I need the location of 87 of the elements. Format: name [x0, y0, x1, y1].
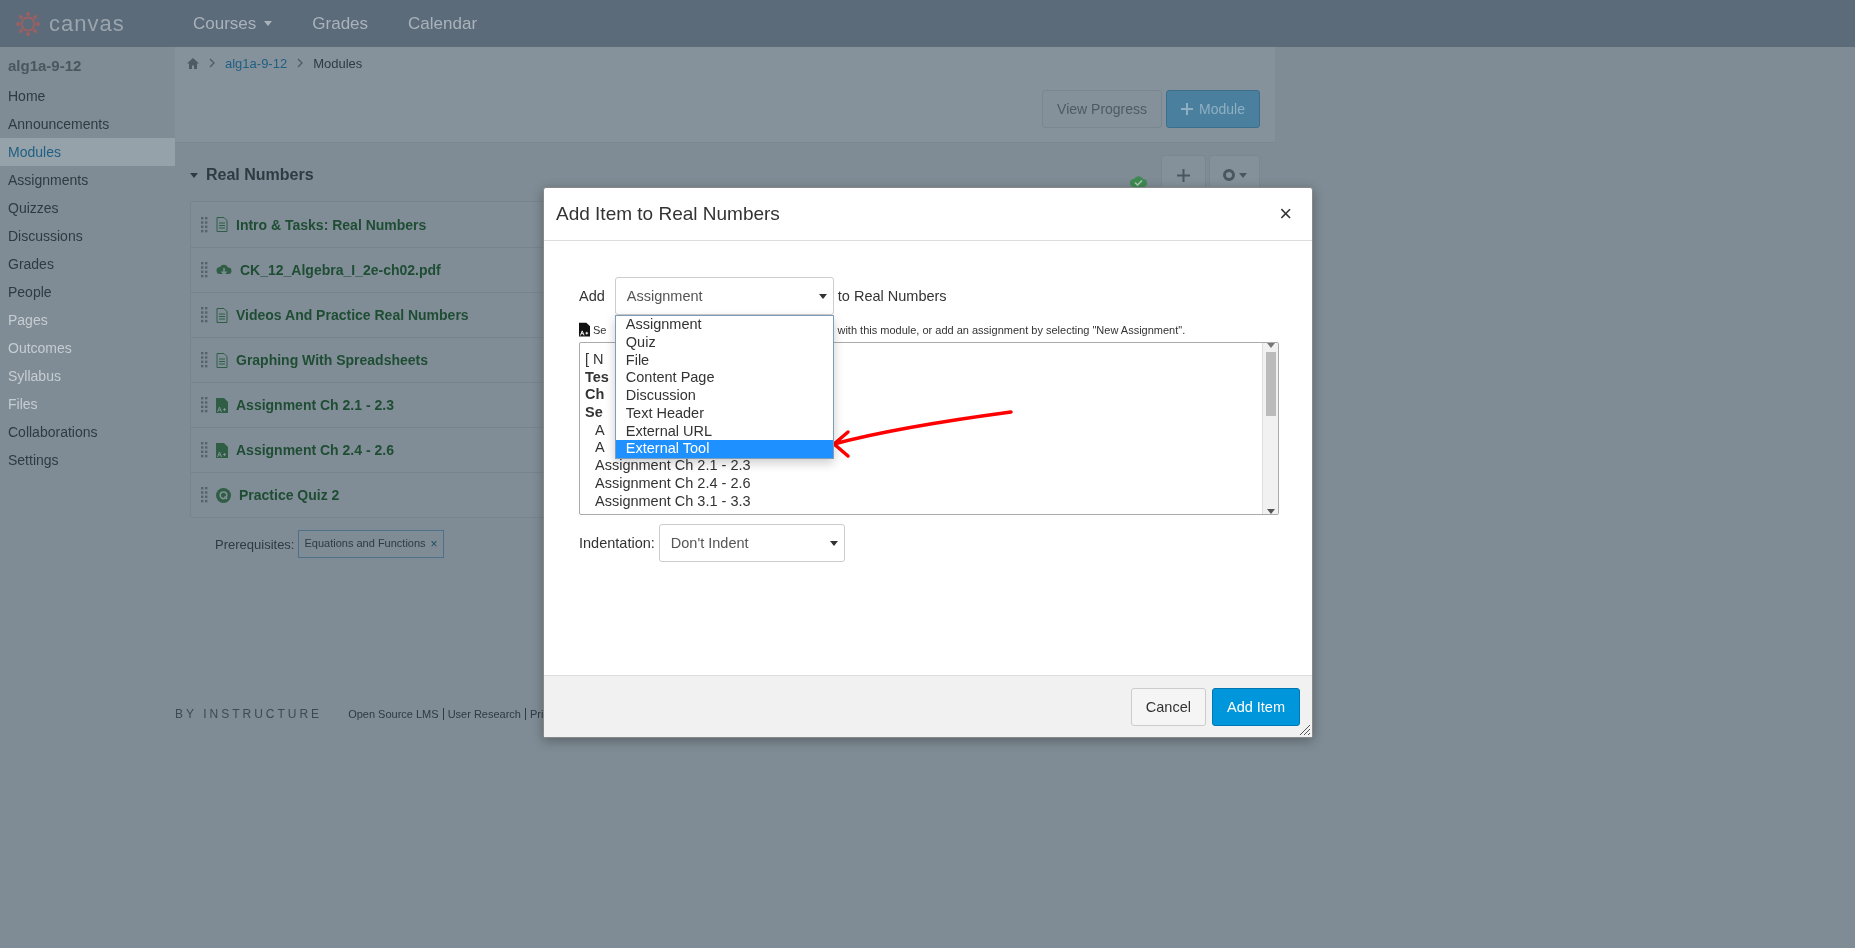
sidebar-item[interactable]: Home [0, 82, 175, 110]
list-option[interactable]: A [585, 439, 605, 458]
settings-icon [1222, 168, 1236, 182]
sidebar-item[interactable]: People [0, 278, 175, 306]
indentation-select[interactable]: Don't Indent [658, 524, 845, 562]
hint-text: with this module, or add an assignment by selecting "New Assignment". [837, 323, 1186, 336]
sidebar-item[interactable]: Assignments [0, 166, 175, 194]
module-item-link[interactable]: Assignment Ch 2.4 - 2.6 [236, 442, 394, 458]
assignment-icon [216, 442, 228, 458]
scrollbar[interactable] [1262, 343, 1278, 514]
logo-text: canvas [49, 10, 125, 37]
module-item-link[interactable]: Graphing With Spreadsheets [236, 352, 428, 368]
sidebar-item[interactable]: Discussions [0, 222, 175, 250]
module-title: Real Numbers [206, 166, 315, 184]
drag-handle-icon [201, 216, 208, 233]
module-item-link[interactable]: CK_12_Algebra_I_2e-ch02.pdf [240, 262, 441, 278]
nav-link[interactable]: Calendar [408, 13, 478, 34]
document-icon [216, 352, 228, 368]
cancel-button[interactable]: Cancel [1130, 687, 1206, 726]
footer-link[interactable]: Open Source LMS [344, 708, 443, 720]
module-item-link[interactable]: Videos And Practice Real Numbers [236, 307, 469, 323]
sidebar-item[interactable]: Grades [0, 250, 175, 278]
close-button[interactable]: × [1273, 200, 1298, 228]
drag-handle-icon [201, 262, 208, 278]
list-group-label: Ch [585, 386, 605, 405]
document-icon [216, 307, 228, 323]
breadcrumb-link[interactable]: alg1a-9-12 [225, 55, 288, 71]
footer-link[interactable]: User Research [442, 708, 525, 720]
list-option[interactable]: Assignment Ch 2.1 - 2.3 [585, 457, 751, 475]
list-option[interactable]: Assignment Ch 3.1 - 3.3 [585, 492, 751, 511]
item-type-select[interactable]: Assignment [614, 277, 834, 315]
document-icon [216, 217, 228, 232]
sidebar-item[interactable]: Quizzes [0, 194, 175, 222]
sidebar-item[interactable]: Collaborations [0, 418, 175, 446]
sidebar-item[interactable]: Settings [0, 446, 175, 474]
remove-tag-button[interactable]: × [430, 537, 438, 551]
dropdown-option[interactable]: Content Page [615, 369, 833, 387]
list-group-label: Tes [585, 368, 609, 387]
add-module-button[interactable]: Module [1166, 90, 1260, 128]
logo-icon [15, 10, 41, 37]
tag-label: Equations and Functions [304, 537, 426, 551]
scrollbar-thumb[interactable] [1265, 352, 1276, 416]
caret-icon [829, 540, 838, 546]
nav-link[interactable]: Courses [193, 13, 273, 34]
list-option[interactable]: [ N [585, 351, 604, 369]
drag-handle-icon [201, 352, 208, 368]
quiz-icon [216, 487, 231, 503]
sidebar-item[interactable]: Announcements [0, 110, 175, 138]
caret-icon[interactable] [190, 171, 198, 179]
dropdown-option[interactable]: Assignment [615, 316, 833, 334]
assignment-icon [579, 322, 590, 337]
resize-handle-icon[interactable] [1300, 725, 1310, 735]
list-option[interactable]: Assignment Ch 2.4 - 2.6 [585, 474, 751, 493]
dialog-title: Add Item to Real Numbers [556, 203, 780, 225]
cloud-download-icon [216, 264, 232, 276]
list-option[interactable]: A [585, 421, 605, 440]
caret-icon [818, 293, 827, 299]
chevron-icon [297, 58, 304, 68]
home-icon[interactable] [187, 57, 199, 69]
scroll-up-icon [1266, 343, 1275, 348]
footer-brand: BY INSTRUCTURE [175, 707, 323, 721]
hint-text: Se [593, 323, 607, 336]
chevron-icon [209, 58, 215, 68]
list-group-label: Se [585, 404, 603, 422]
scroll-down-icon [1266, 509, 1275, 514]
sidebar-item[interactable]: Modules [0, 138, 175, 166]
module-item-link[interactable]: Intro & Tasks: Real Numbers [236, 216, 427, 233]
assignment-icon [216, 397, 228, 413]
drag-handle-icon [201, 397, 208, 413]
plus-icon [1177, 168, 1190, 182]
dropdown-option[interactable]: External Tool [615, 440, 833, 458]
nav-link[interactable]: Grades [312, 13, 369, 34]
target-module-label: to Real Numbers [837, 288, 947, 304]
module-item-link[interactable]: Practice Quiz 2 [239, 487, 340, 503]
drag-handle-icon [201, 487, 208, 503]
indentation-label: Indentation: [579, 535, 655, 551]
drag-handle-icon [201, 307, 208, 323]
add-label: Add [579, 288, 605, 304]
add-item-button[interactable]: Add Item [1211, 687, 1300, 726]
breadcrumb-current: Modules [313, 55, 363, 71]
caret-icon [1239, 172, 1247, 178]
prerequisites-label: Prerequisites: [215, 536, 295, 552]
module-item-link[interactable]: Assignment Ch 2.1 - 2.3 [236, 397, 394, 413]
view-progress-button[interactable]: View Progress [1042, 90, 1163, 128]
plus-icon [1181, 103, 1194, 115]
dropdown-option[interactable]: Discussion [615, 387, 833, 405]
drag-handle-icon [201, 442, 208, 458]
